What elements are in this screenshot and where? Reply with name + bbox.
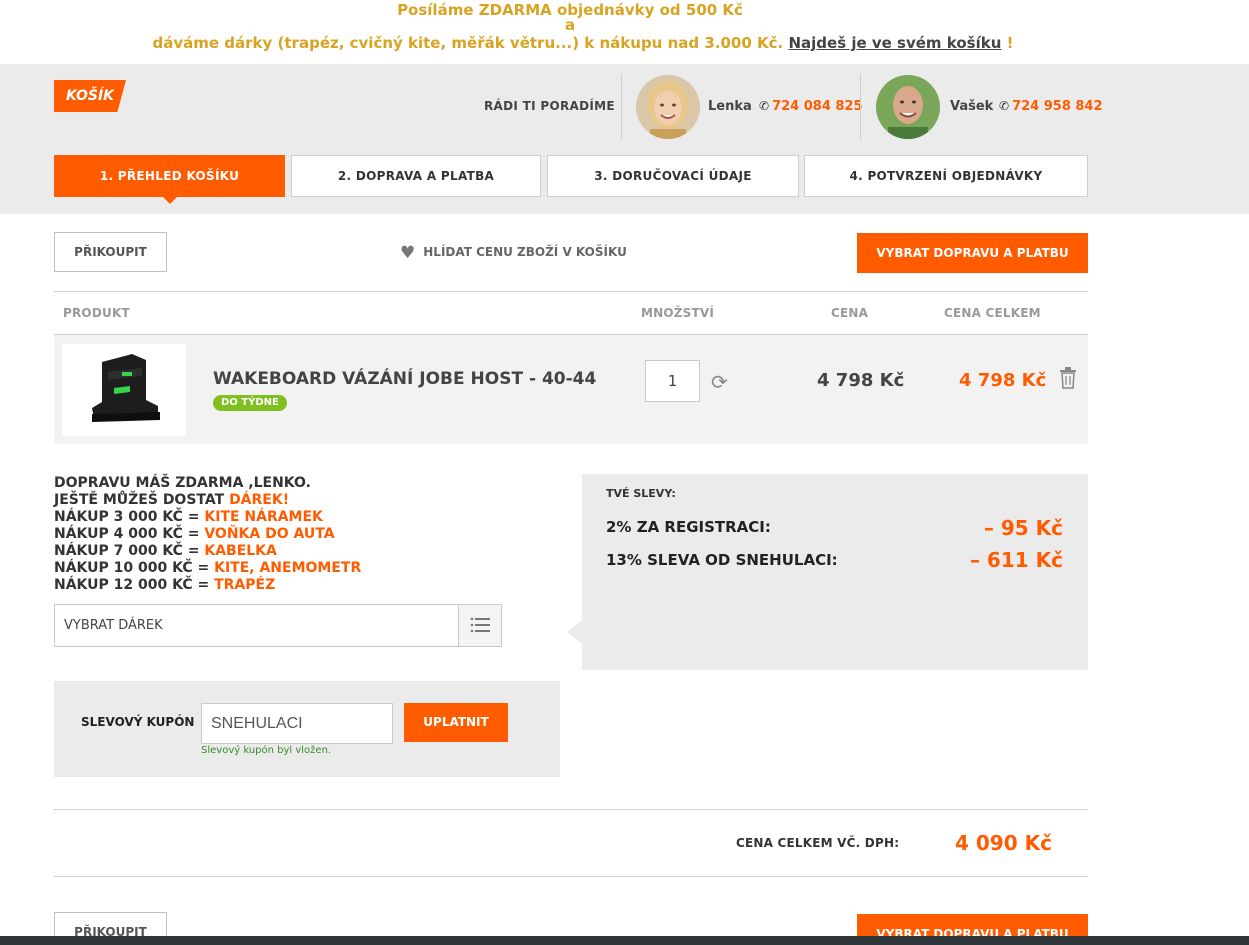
choose-shipping-button[interactable]: VYBRAT DOPRAVU A PLATBU [857, 233, 1088, 273]
contact-name-lenka: Lenka [708, 99, 752, 114]
gift-tier: NÁKUP 10 000 KČ = KITE, ANEMOMETR [54, 560, 362, 576]
discount-pointer [567, 620, 582, 644]
contact-name-vasek: Vašek [950, 99, 994, 114]
step-order-confirmation[interactable]: 4. POTVRZENÍ OBJEDNÁVKY [804, 155, 1088, 197]
watch-price-link[interactable]: ♥ HLÍDAT CENU ZBOŽÍ V KOŠÍKU [400, 243, 627, 263]
total-value: 4 090 Kč [955, 831, 1052, 855]
unit-price: 4 798 Kč [817, 370, 905, 391]
promo-banner: Posíláme ZDARMA objednávky od 500 Kč a d… [0, 0, 1249, 64]
promo-text: dáváme dárky (trapéz, cvičný kite, měřák… [152, 34, 784, 52]
cart-badge: KOŠÍK [54, 80, 126, 112]
divider [54, 291, 1088, 292]
watch-price-label: HLÍDAT CENU ZBOŽÍ V KOŠÍKU [423, 245, 627, 259]
col-header-total: CENA CELKEM [944, 306, 1041, 320]
phone-icon: ✆ [999, 99, 1010, 113]
gift-info: DOPRAVU MÁŠ ZDARMA ,LENKO. JEŠTĚ MŮŽEŠ D… [54, 475, 361, 594]
product-thumbnail[interactable] [62, 344, 186, 436]
phone-vasek[interactable]: ✆ 724 958 842 [999, 99, 1103, 114]
promo-line-3: dáváme dárky (trapéz, cvičný kite, měřák… [0, 34, 1166, 52]
table-row [54, 335, 1088, 444]
phone-number: 724 084 825 [772, 99, 863, 114]
discount-label: 2% ZA REGISTRACI: [606, 518, 771, 536]
coupon-label: SLEVOVÝ KUPÓN [81, 715, 195, 729]
phone-number: 724 958 842 [1012, 99, 1103, 114]
discount-label: 13% SLEVA OD SNEHULACI: [606, 551, 838, 569]
divider [54, 809, 1088, 810]
discount-value: – 95 Kč [983, 516, 1063, 540]
add-more-button[interactable]: PŘIKOUPIT [54, 232, 167, 272]
avatar-vasek [876, 75, 940, 139]
divider [54, 876, 1088, 877]
refresh-icon[interactable]: ⟳ [711, 370, 728, 394]
gift-offer-line: JEŠTĚ MŮŽEŠ DOSTAT DÁREK! [54, 492, 290, 508]
free-shipping-line: DOPRAVU MÁŠ ZDARMA ,LENKO. [54, 475, 311, 491]
divider [860, 74, 861, 140]
availability-badge: DO TÝDNE [213, 395, 287, 411]
heart-icon: ♥ [400, 243, 416, 263]
active-step-indicator [162, 196, 178, 204]
gift-tier: NÁKUP 12 000 KČ = TRAPÉZ [54, 577, 276, 593]
list-icon[interactable] [458, 605, 501, 646]
step-shipping-payment[interactable]: 2. DOPRAVA A PLATBA [291, 155, 541, 197]
line-total: 4 798 Kč [959, 370, 1047, 391]
promo-link[interactable]: Najdeš je ve svém košíku [788, 34, 1001, 52]
trash-icon[interactable] [1059, 367, 1077, 393]
promo-line-2: a [564, 16, 576, 34]
total-label: CENA CELKEM VČ. DPH: [736, 836, 900, 850]
gift-select[interactable]: VYBRAT DÁREK [54, 604, 502, 647]
discounts-title: TVÉ SLEVY: [606, 487, 676, 500]
col-header-price: CENA [831, 306, 869, 320]
discount-value: – 611 Kč [969, 548, 1063, 572]
advice-label: RÁDI TI PORADÍME [484, 99, 615, 113]
gift-tier: NÁKUP 4 000 KČ = VOŇKA DO AUTA [54, 526, 335, 542]
gift-select-value: VYBRAT DÁREK [64, 618, 163, 633]
col-header-qty: MNOŽSTVÍ [641, 306, 715, 320]
discounts-panel [582, 474, 1088, 670]
step-cart-overview[interactable]: 1. PŘEHLED KOŠÍKU [54, 155, 285, 197]
quantity-input[interactable]: 1 [645, 360, 700, 402]
divider [621, 74, 622, 140]
promo-exclaim: ! [1006, 34, 1014, 52]
phone-lenka[interactable]: ✆ 724 084 825 [759, 99, 863, 114]
gift-tier: NÁKUP 3 000 KČ = KITE NÁRAMEK [54, 509, 323, 525]
product-name[interactable]: WAKEBOARD VÁZÁNÍ JOBE HOST - 40-44 [213, 369, 596, 389]
coupon-message: Slevový kupón byl vložen. [201, 745, 332, 756]
avatar-lenka [636, 75, 700, 139]
apply-coupon-button[interactable]: UPLATNIT [404, 703, 508, 742]
col-header-product: PRODUKT [63, 306, 130, 320]
phone-icon: ✆ [759, 99, 770, 113]
step-delivery-details[interactable]: 3. DORUČOVACÍ ÚDAJE [547, 155, 799, 197]
bottom-bar [0, 936, 1249, 945]
gift-tier: NÁKUP 7 000 KČ = KABELKA [54, 543, 277, 559]
coupon-input[interactable]: SNEHULACI [201, 703, 393, 744]
